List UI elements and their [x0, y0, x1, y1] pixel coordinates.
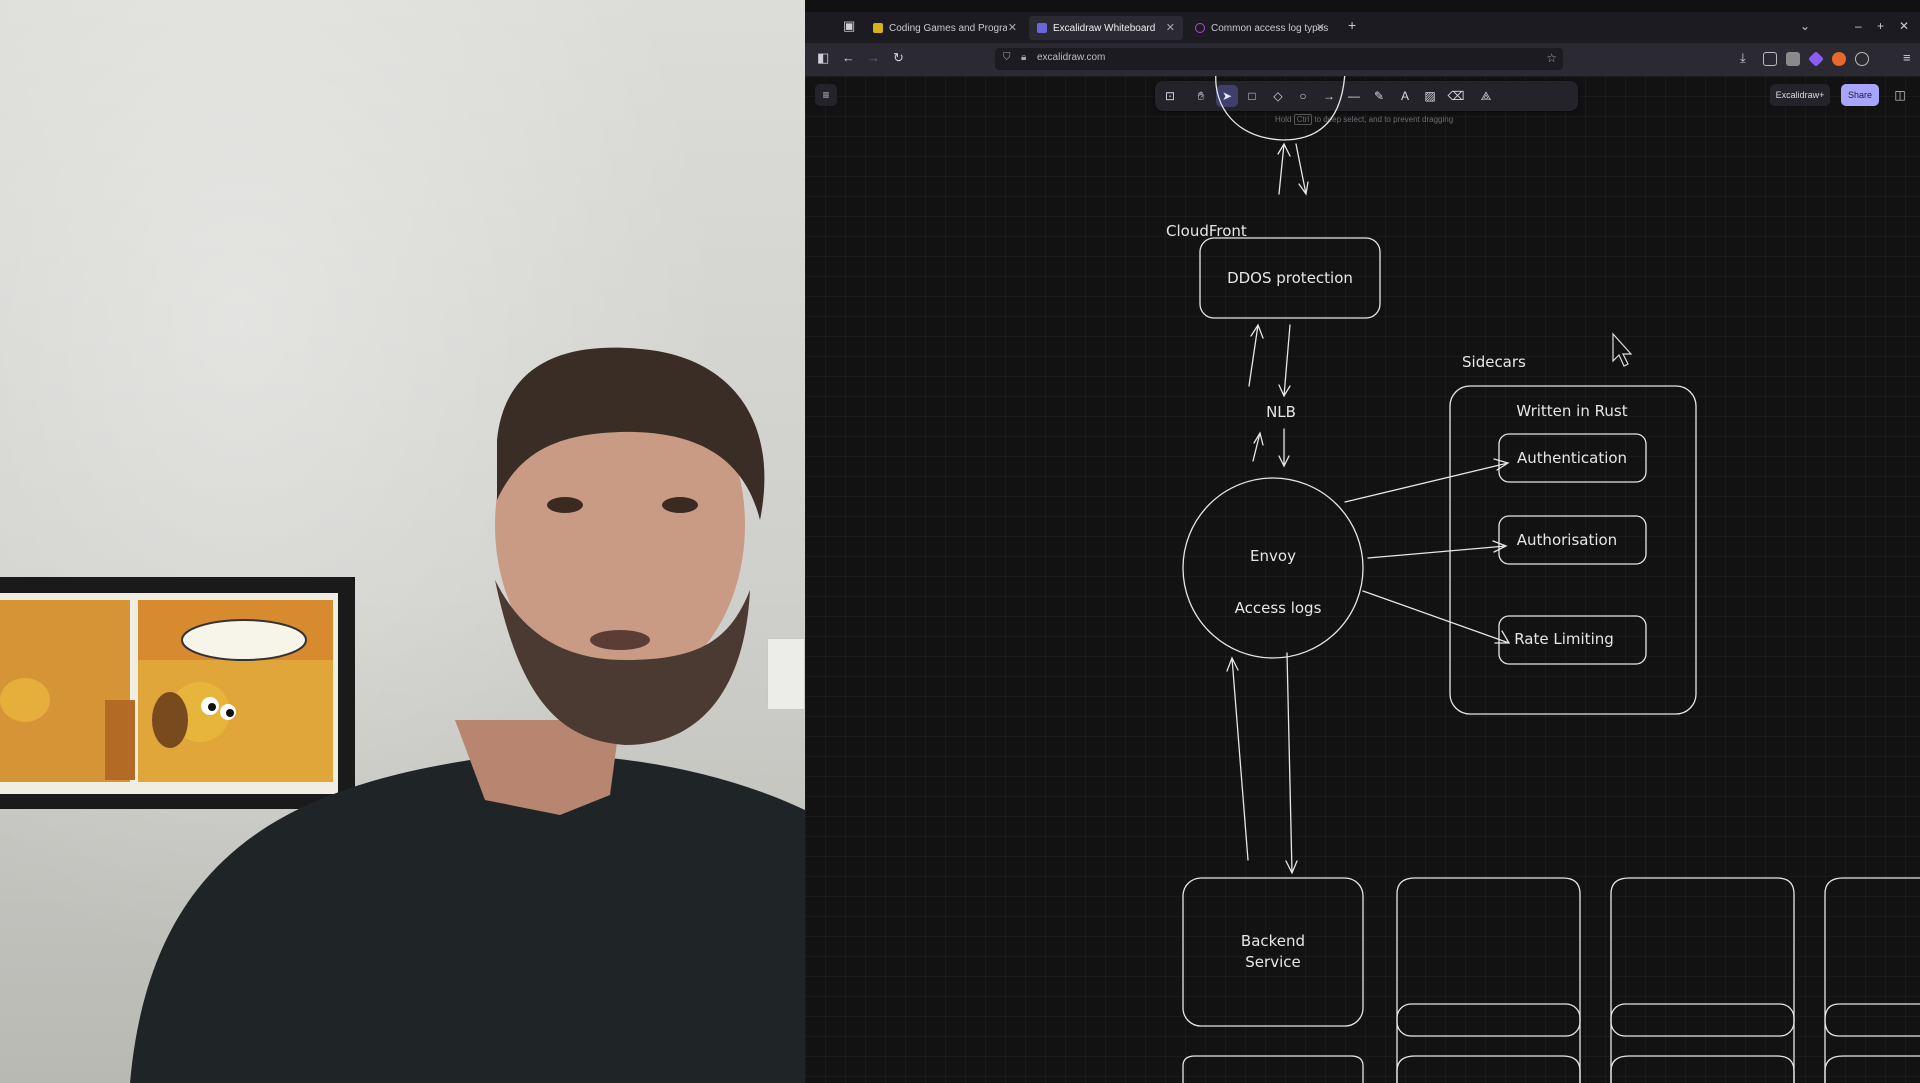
close-icon[interactable]: ✕ — [1008, 21, 1017, 34]
arrow-to-rate-limiting[interactable] — [1362, 590, 1511, 644]
shield-icon[interactable]: ⛉ — [1003, 52, 1011, 63]
downloads-icon[interactable]: ⤓ — [1740, 50, 1746, 66]
tab-label: Excalidraw Whiteboard — [1053, 22, 1156, 34]
extension-icon[interactable] — [1763, 52, 1777, 66]
codingame-favicon-icon — [873, 23, 883, 33]
extension-icon[interactable] — [1832, 52, 1846, 66]
new-tab-button[interactable]: + — [1348, 17, 1356, 33]
excalidraw-canvas[interactable]: ≡ ⊡ ✋︎ ➤ □ ◇ ○ → — ✎ A ▨ ⌫ ⟁ Hold Ctrl t… — [805, 76, 1920, 1083]
framed-comic-poster — [0, 577, 355, 809]
arrow-up[interactable] — [1248, 323, 1264, 387]
lock-icon[interactable]: 🔒︎ — [1021, 52, 1026, 63]
access-logs-label[interactable]: Access logs — [1235, 599, 1322, 617]
tab-strip: ▣ Coding Games and Program ✕ Excalidraw … — [805, 12, 1920, 43]
hamburger-menu-icon[interactable]: ≡ — [1903, 50, 1911, 65]
minimize-button[interactable]: – — [1855, 19, 1862, 33]
rate-limiting-label[interactable]: Rate Limiting — [1514, 630, 1614, 648]
webcam-scene — [0, 347, 805, 1083]
nlb-label[interactable]: NLB — [1266, 403, 1296, 421]
database-shape[interactable] — [1610, 877, 1795, 1083]
arrow-down[interactable] — [1285, 652, 1298, 875]
backend-label-line1[interactable]: Backend — [1241, 932, 1305, 950]
backend-label-line2[interactable]: Service — [1245, 953, 1300, 971]
tab-label: Common access log types — [1211, 22, 1329, 34]
browser-window: ▣ Coding Games and Program ✕ Excalidraw … — [805, 12, 1920, 1083]
arrow-down[interactable] — [1278, 428, 1290, 468]
database-shape[interactable] — [1824, 877, 1920, 1083]
architecture-diagram: CloudFront DDOS protection NLB Sidecars … — [1166, 76, 1920, 1083]
cloudfront-label[interactable]: CloudFront — [1166, 222, 1247, 240]
database-shape[interactable] — [1396, 877, 1581, 1083]
forward-arrow-icon[interactable]: → — [867, 50, 880, 65]
tab-list-chevron-down-icon[interactable]: ⌄ — [1800, 19, 1810, 33]
bookmark-star-icon[interactable]: ☆ — [1546, 51, 1557, 65]
extension-icon[interactable] — [1786, 52, 1800, 66]
written-in-rust-label[interactable]: Written in Rust — [1516, 402, 1627, 420]
back-arrow-icon[interactable]: ← — [842, 50, 855, 65]
tab-label: Coding Games and Program — [889, 22, 1007, 34]
authorisation-label[interactable]: Authorisation — [1517, 531, 1617, 549]
sidecars-container[interactable] — [1449, 385, 1697, 715]
arrow-down[interactable] — [1278, 324, 1291, 398]
mouse-cursor-icon — [1612, 332, 1633, 367]
partial-box[interactable] — [1182, 1055, 1364, 1083]
authentication-label[interactable]: Authentication — [1517, 449, 1627, 467]
url-text[interactable]: excalidraw.com — [1037, 52, 1105, 63]
sidecars-label[interactable]: Sidecars — [1462, 353, 1526, 371]
backend-service-box[interactable] — [1182, 877, 1364, 1027]
tab-access-log-types[interactable]: Common access log types ✕ — [1187, 16, 1333, 40]
tab-excalidraw[interactable]: Excalidraw Whiteboard ✕ — [1029, 16, 1183, 40]
sidebar-toggle-icon[interactable]: ◧ — [817, 50, 829, 66]
extension-icon[interactable] — [1808, 51, 1824, 67]
maximize-button[interactable]: + — [1877, 19, 1884, 33]
webcam-feed — [0, 0, 805, 1083]
arrow-up[interactable] — [1277, 142, 1291, 195]
tab-overview-icon[interactable]: ▣ — [843, 18, 855, 34]
address-bar[interactable]: ⛉ 🔒︎ excalidraw.com ☆ — [995, 48, 1563, 70]
arrow-to-authorisation[interactable] — [1367, 540, 1508, 559]
ddos-label[interactable]: DDOS protection — [1227, 269, 1353, 287]
arrow-to-authentication[interactable] — [1344, 458, 1510, 503]
navigation-bar: ◧ ← → ↻ ⛉ 🔒︎ excalidraw.com ☆ ⤓ ≡ — [805, 43, 1920, 76]
tab-coding-games[interactable]: Coding Games and Program ✕ — [865, 16, 1025, 40]
close-icon[interactable]: ✕ — [1316, 21, 1325, 34]
arrow-up[interactable] — [1226, 656, 1249, 861]
envoy-circle[interactable] — [1182, 477, 1364, 659]
arrow-up[interactable] — [1252, 431, 1264, 462]
close-icon[interactable]: ✕ — [1166, 21, 1175, 34]
excalidraw-favicon-icon — [1037, 23, 1047, 33]
arrow-down[interactable] — [1295, 143, 1309, 196]
perplexity-favicon-icon — [1195, 23, 1205, 33]
top-circle-shape[interactable] — [1215, 76, 1346, 141]
extension-icon[interactable] — [1855, 52, 1869, 66]
window-close-button[interactable]: ✕ — [1899, 19, 1909, 33]
envoy-label[interactable]: Envoy — [1250, 547, 1296, 565]
reload-icon[interactable]: ↻ — [893, 50, 904, 66]
